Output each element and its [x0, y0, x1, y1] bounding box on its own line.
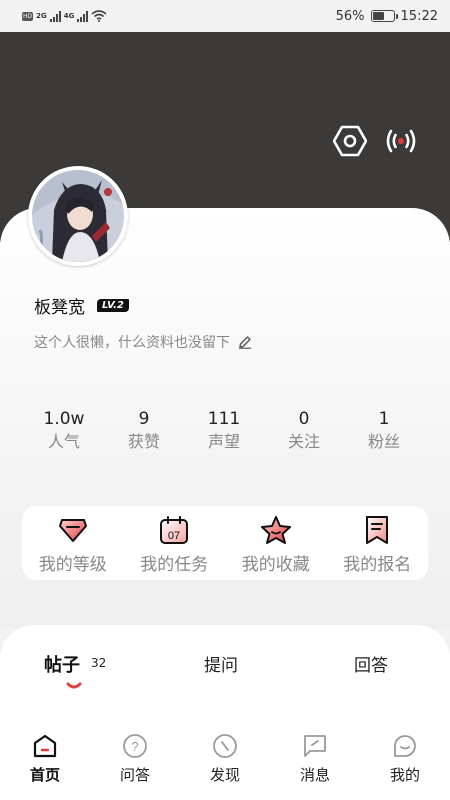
- bookmark-icon: [361, 514, 393, 546]
- network-4g-label: 4G: [63, 11, 75, 20]
- stat-followers[interactable]: 1 粉丝: [344, 408, 424, 454]
- stat-likes[interactable]: 9 获赞: [104, 408, 184, 454]
- live-broadcast-button[interactable]: [384, 124, 418, 158]
- nav-me[interactable]: 我的: [360, 722, 450, 800]
- edit-icon[interactable]: [238, 335, 252, 349]
- bio-row[interactable]: 这个人很懒，什么资料也没留下: [34, 332, 252, 352]
- battery-percent: 56%: [335, 8, 365, 24]
- hd-badge: HD: [22, 11, 34, 21]
- stat-value: 1: [378, 409, 390, 429]
- my-tasks-button[interactable]: 07 我的任务: [124, 506, 226, 580]
- hexagon-settings-icon: [333, 125, 367, 157]
- status-right: 56% 15:22: [336, 9, 438, 24]
- username: 板凳宽: [34, 298, 85, 318]
- tab-questions[interactable]: 提问: [204, 651, 238, 676]
- nav-qa[interactable]: ? 问答: [90, 722, 180, 800]
- stat-label: 关注: [287, 432, 320, 451]
- calendar-day: 07: [168, 530, 180, 542]
- status-left: HD 2G 4G: [22, 10, 107, 22]
- stat-value: 111: [207, 409, 241, 429]
- clock: 15:22: [400, 8, 438, 24]
- nav-label: 我的: [389, 766, 420, 784]
- stat-label: 获赞: [127, 432, 160, 451]
- stat-label: 声望: [207, 432, 240, 451]
- tab-posts[interactable]: 帖子: [44, 651, 80, 677]
- avatar[interactable]: [28, 166, 128, 266]
- wifi-icon: [91, 10, 107, 22]
- nav-discover[interactable]: 发现: [180, 722, 270, 800]
- quick-action-label: 我的等级: [38, 555, 107, 575]
- quick-action-label: 我的报名: [343, 555, 412, 575]
- nav-label: 首页: [29, 766, 60, 784]
- username-row: 板凳宽 LV.2: [34, 293, 129, 318]
- home-icon: [31, 732, 59, 760]
- stat-value: 9: [138, 409, 150, 429]
- avatar-image: [32, 170, 124, 262]
- message-icon: [301, 732, 329, 760]
- nav-label: 问答: [119, 766, 150, 784]
- bottom-navigation: 首页 ? 问答 发现 消息 我的: [0, 722, 450, 800]
- my-registrations-button[interactable]: 我的报名: [327, 506, 429, 580]
- my-level-button[interactable]: 我的等级: [22, 506, 124, 580]
- stat-value: 1.0w: [43, 409, 85, 429]
- nav-home[interactable]: 首页: [0, 722, 90, 800]
- star-icon: [260, 514, 292, 546]
- avatar-illustration: [32, 170, 124, 262]
- level-badge: LV.2: [97, 299, 129, 312]
- broadcast-icon: [386, 129, 416, 153]
- signal-icon-2: [77, 10, 89, 22]
- signal-icon: [49, 10, 61, 22]
- nav-label: 发现: [209, 766, 240, 784]
- quick-action-label: 我的收藏: [241, 555, 310, 575]
- stat-reputation[interactable]: 111 声望: [184, 408, 264, 454]
- quick-actions-panel: 我的等级 07 我的任务 我的收藏 我的报名: [22, 506, 428, 580]
- battery-fill: [372, 12, 384, 20]
- compass-icon: [211, 732, 239, 760]
- diamond-icon: [57, 514, 89, 546]
- nav-messages[interactable]: 消息: [270, 722, 360, 800]
- stat-following[interactable]: 0 关注: [264, 408, 344, 454]
- status-bar: HD 2G 4G 56% 15:22: [0, 0, 450, 32]
- profile-icon: [391, 732, 419, 760]
- stat-popularity[interactable]: 1.0w 人气: [24, 408, 104, 454]
- tab-active-indicator: [66, 682, 82, 689]
- stat-label: 粉丝: [367, 432, 400, 451]
- svg-text:?: ?: [131, 739, 138, 754]
- calendar-icon: 07: [158, 514, 190, 546]
- question-icon: ?: [121, 732, 149, 760]
- my-favorites-button[interactable]: 我的收藏: [225, 506, 327, 580]
- tab-answers[interactable]: 回答: [354, 651, 388, 676]
- quick-action-label: 我的任务: [140, 555, 209, 575]
- bio-text: 这个人很懒，什么资料也没留下: [34, 335, 230, 351]
- stat-label: 人气: [47, 432, 80, 451]
- stat-value: 0: [298, 409, 310, 429]
- network-2g-label: 2G: [36, 11, 47, 20]
- tab-posts-count: 32: [91, 656, 107, 670]
- settings-button[interactable]: [333, 124, 367, 158]
- nav-label: 消息: [299, 766, 330, 784]
- battery-icon: [370, 10, 398, 22]
- profile-stats: 1.0w 人气 9 获赞 111 声望 0 关注 1 粉丝: [24, 408, 424, 454]
